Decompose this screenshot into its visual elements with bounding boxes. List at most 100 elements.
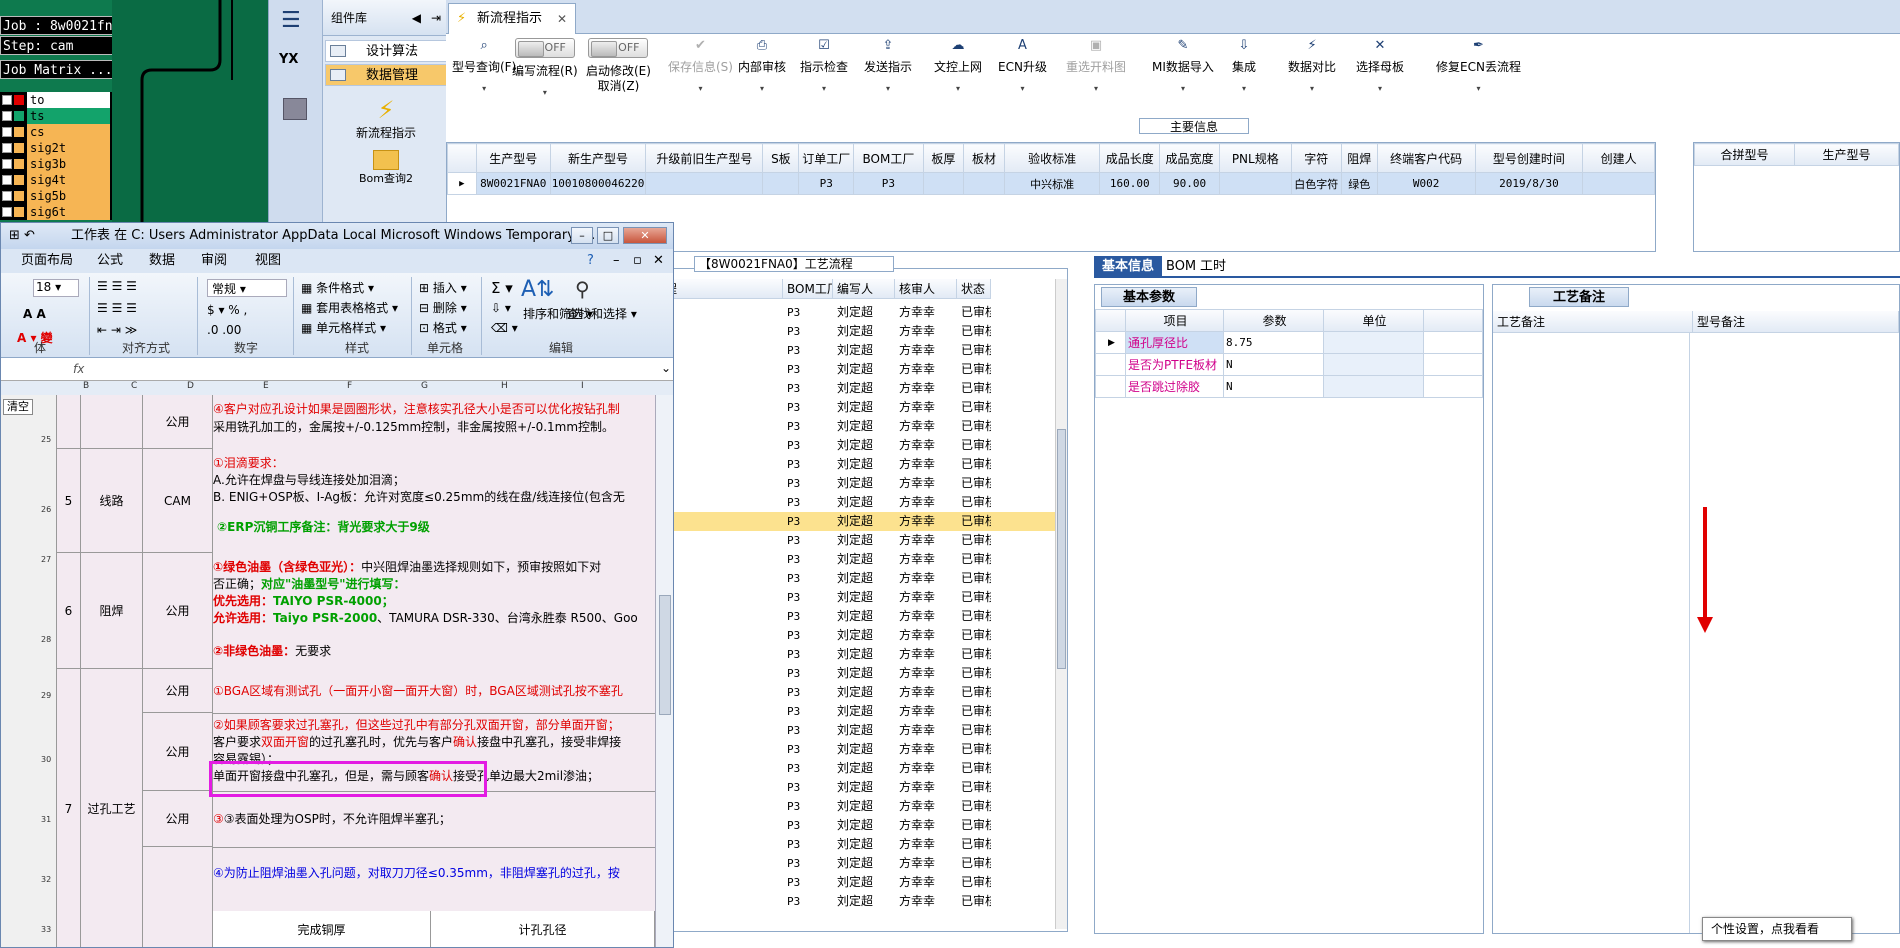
toolbar-button-1[interactable]: OFF 编写流程(R) ▾: [512, 38, 578, 100]
row-number[interactable]: 31: [41, 815, 51, 824]
tree-row[interactable]: −外层干膜P3刘定超方幸幸已审核: [649, 588, 1055, 607]
dropdown-icon[interactable]: ▾: [452, 81, 516, 96]
table-cell[interactable]: W002: [1376, 172, 1476, 195]
menu-page-layout[interactable]: 页面布局: [21, 249, 73, 273]
ribbon-close-icon[interactable]: ✕: [653, 249, 664, 273]
cell-style-button[interactable]: ▦ 单元格样式 ▾: [301, 319, 386, 336]
tree-row[interactable]: 去毛刺P3刘定超方幸幸已审核: [649, 493, 1055, 512]
table-cell[interactable]: 10010800046220: [549, 172, 647, 195]
table-row[interactable]: ▶ 8W0021FNA0 10010800046220 P3 P3 中兴标准 160.00 9…: [447, 172, 1655, 195]
minimize-button[interactable]: –: [571, 227, 593, 244]
col-header[interactable]: 升级前旧生产型号: [645, 143, 764, 173]
help-icon[interactable]: ?: [587, 249, 594, 273]
toggle-switch[interactable]: OFF: [586, 38, 651, 62]
col-header[interactable]: 新生产型号: [549, 143, 647, 173]
tree-row[interactable]: 阻焊塞孔P3刘定超方幸幸已审核: [649, 797, 1055, 816]
col-header[interactable]: 型号创建时间: [1474, 143, 1584, 173]
layer-checkbox[interactable]: [2, 175, 12, 185]
col-header[interactable]: 终端客户代码: [1376, 143, 1476, 173]
table-cell[interactable]: [762, 172, 800, 195]
row-number[interactable]: 27: [41, 555, 51, 564]
layer-row[interactable]: to: [0, 92, 112, 108]
tree-row[interactable]: 负片电镀P3刘定超方幸幸已审核: [649, 550, 1055, 569]
menu-review[interactable]: 审阅: [201, 249, 227, 273]
toolbar-button-6[interactable]: ⇪ 发送指示 ▾: [864, 38, 912, 96]
decimal-icon[interactable]: .0 .00: [207, 323, 241, 337]
tab-new-flow[interactable]: ⚡ 新流程指示 ✕: [448, 3, 576, 34]
param-item[interactable]: 是否为PTFE板材: [1125, 353, 1224, 376]
menu-formulas[interactable]: 公式: [97, 249, 123, 273]
toolbar-button-12[interactable]: ⚡ 数据对比 ▾: [1288, 38, 1336, 96]
sheet-scrollbar[interactable]: [655, 395, 673, 947]
col-header[interactable]: 板厚: [922, 143, 965, 173]
indent-icon[interactable]: ⇤ ⇥ ≫: [97, 323, 137, 337]
toolbar-button-5[interactable]: ☑ 指示检查 ▾: [800, 38, 848, 96]
layer-row[interactable]: sig2t: [0, 140, 112, 156]
col-header[interactable]: 板材: [963, 143, 1005, 173]
col-header[interactable]: 字符: [1290, 143, 1342, 173]
dropdown-icon[interactable]: ▾: [738, 81, 786, 96]
dropdown-icon[interactable]: ▾: [1288, 81, 1336, 96]
row-number[interactable]: 30: [41, 755, 51, 764]
toolbar-button-3[interactable]: ✔ 保存信息(S) ▾: [668, 38, 733, 96]
layer-row[interactable]: ts: [0, 108, 112, 124]
col-header[interactable]: 成品长度: [1099, 143, 1161, 173]
table-cell[interactable]: [1582, 172, 1655, 195]
expand-icon[interactable]: ⌄: [661, 361, 671, 375]
param-value[interactable]: 8.75: [1223, 331, 1324, 354]
col-prod-model[interactable]: 生产型号: [1794, 143, 1899, 166]
align-left-icon[interactable]: ☰ ☰ ☰: [97, 301, 137, 315]
tree-row[interactable]: 压合P3刘定超方幸幸已审核: [649, 322, 1055, 341]
scroll-thumb[interactable]: [1057, 429, 1066, 669]
row-number[interactable]: 26: [41, 505, 51, 514]
tree-row[interactable]: 丝印P3刘定超方幸幸已审核: [649, 816, 1055, 835]
col-header[interactable]: BOM工厂: [853, 143, 924, 173]
tree-row[interactable]: 铝片钻孔P3刘定超方幸幸已审核: [649, 436, 1055, 455]
tree-row[interactable]: −阻焊P3刘定超方幸幸已审核: [649, 759, 1055, 778]
collapse-icon[interactable]: ◀: [412, 0, 421, 36]
tree-row[interactable]: 贴膜P3刘定超方幸幸已审核: [649, 626, 1055, 645]
param-unit[interactable]: [1323, 353, 1424, 376]
menu-data[interactable]: 数据: [149, 249, 175, 273]
layer-checkbox[interactable]: [2, 191, 12, 201]
col-header[interactable]: S板: [762, 143, 800, 173]
tree-col-header[interactable]: 核审人: [895, 279, 957, 299]
formula-bar[interactable]: fx ⌄: [1, 359, 673, 381]
col-letter[interactable]: B: [83, 381, 89, 391]
cell-num[interactable]: 6: [57, 553, 81, 669]
param-col-header[interactable]: 单位: [1323, 309, 1424, 332]
dropdown-icon[interactable]: ▾: [934, 81, 982, 96]
bom-query-button[interactable]: Bom查询2: [325, 150, 447, 186]
layer-row[interactable]: cs: [0, 124, 112, 140]
tree-row[interactable]: −沉铜P3刘定超方幸幸已审核: [649, 474, 1055, 493]
row-number[interactable]: 25: [41, 435, 51, 444]
maximize-button[interactable]: □: [597, 227, 619, 244]
cell-header[interactable]: 计孔孔径: [431, 911, 655, 947]
personal-settings-tooltip[interactable]: 个性设置，点我看看: [1702, 917, 1852, 941]
param-unit[interactable]: [1323, 331, 1424, 354]
cell[interactable]: [81, 395, 143, 449]
table-cell[interactable]: 白色字符: [1290, 172, 1342, 195]
tree-row[interactable]: 阻焊前处理P3刘定超方幸幸已审核: [649, 778, 1055, 797]
row-number[interactable]: 28: [41, 635, 51, 644]
row-number[interactable]: 33: [41, 925, 51, 934]
cell-process[interactable]: 阻焊: [81, 553, 143, 669]
param-row[interactable]: 是否为PTFE板材 N: [1095, 353, 1483, 376]
col-model-note[interactable]: 型号备注: [1693, 311, 1899, 333]
col-merge-model[interactable]: 合拼型号: [1694, 143, 1795, 166]
table-format-button[interactable]: ▦ 套用表格格式 ▾: [301, 299, 398, 316]
toolbar-button-14[interactable]: ✒ 修复ECN丢流程 ▾: [1436, 38, 1521, 96]
tree-row[interactable]: 预烘P3刘定超方幸幸已审核: [649, 835, 1055, 854]
cell-scope[interactable]: 公用: [143, 713, 213, 791]
tree-row[interactable]: −电镀P3刘定超方幸幸已审核: [649, 531, 1055, 550]
layer-checkbox[interactable]: [2, 143, 12, 153]
tree-row[interactable]: 磨板P3刘定超方幸幸已审核: [649, 569, 1055, 588]
new-flow-button[interactable]: ⚡ 新流程指示: [325, 96, 447, 141]
table-cell[interactable]: 中兴标准: [1003, 172, 1101, 195]
col-header[interactable]: PNL规格: [1218, 143, 1292, 173]
nav-item-design[interactable]: 设计算法: [325, 40, 447, 62]
toolbar-button-9[interactable]: ▣ 重选开料图 ▾: [1066, 38, 1126, 96]
cell-header[interactable]: 完成铜厚: [213, 911, 431, 947]
insert-button[interactable]: ⊞ 插入 ▾: [419, 279, 467, 296]
tree-row[interactable]: 烘板P3刘定超方幸幸已审核: [649, 398, 1055, 417]
